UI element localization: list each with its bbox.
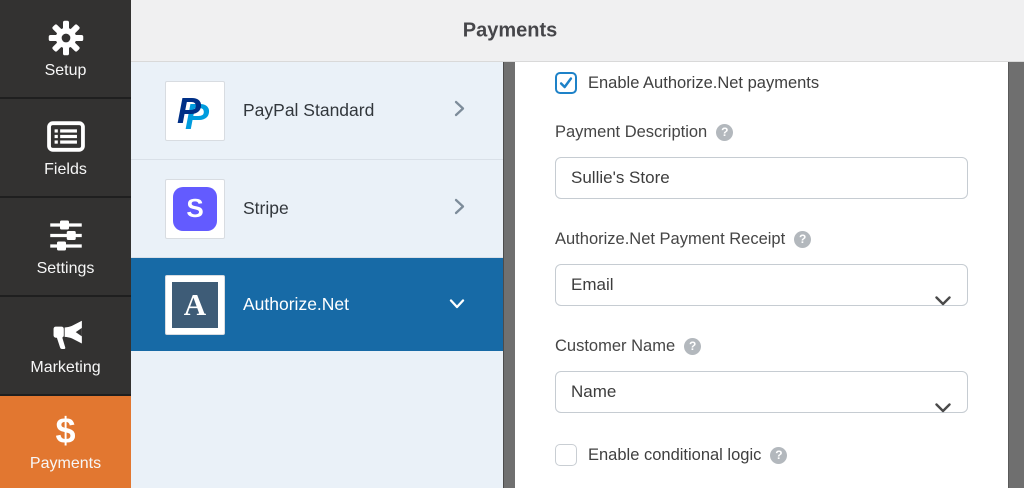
payment-receipt-selected-value: Email bbox=[571, 275, 614, 294]
sidebar-item-label: Fields bbox=[44, 160, 87, 178]
payment-description-label-row: Payment Description ? bbox=[555, 123, 1008, 142]
payment-receipt-label: Authorize.Net Payment Receipt bbox=[555, 230, 786, 248]
enable-payments-label: Enable Authorize.Net payments bbox=[588, 73, 820, 92]
stripe-icon: S bbox=[165, 178, 225, 239]
chevron-down-icon bbox=[449, 296, 465, 314]
authorize-net-settings-panel: Enable Authorize.Net payments Payment De… bbox=[515, 62, 1008, 488]
provider-row-stripe[interactable]: S Stripe bbox=[131, 160, 503, 258]
customer-name-select[interactable]: Name bbox=[555, 371, 968, 413]
sidebar-item-label: Settings bbox=[36, 259, 95, 277]
page-title: Payments bbox=[462, 19, 558, 42]
sliders-icon bbox=[48, 216, 84, 256]
chevron-right-icon bbox=[454, 198, 465, 220]
payment-providers-list: PP PayPal Standard S Stripe A Authorize.… bbox=[131, 62, 503, 488]
sidebar-item-payments[interactable]: $ Payments bbox=[0, 396, 131, 488]
customer-name-label: Customer Name bbox=[555, 337, 676, 355]
provider-label: Authorize.Net bbox=[243, 294, 350, 314]
panel-header: Payments bbox=[131, 0, 1024, 62]
fields-icon bbox=[46, 117, 85, 157]
conditional-logic-row: Enable conditional logic ? bbox=[555, 444, 1008, 466]
gear-icon bbox=[48, 18, 84, 58]
sidebar-item-label: Marketing bbox=[30, 358, 101, 376]
help-icon[interactable]: ? bbox=[716, 124, 734, 141]
sidebar-item-fields[interactable]: Fields bbox=[0, 99, 131, 196]
megaphone-icon bbox=[47, 315, 84, 355]
conditional-logic-checkbox[interactable] bbox=[555, 444, 577, 466]
sidebar-item-label: Payments bbox=[29, 455, 102, 472]
authorize-net-icon: A bbox=[165, 274, 225, 335]
provider-row-paypal[interactable]: PP PayPal Standard bbox=[131, 62, 503, 160]
payment-description-input[interactable] bbox=[555, 157, 968, 199]
customer-name-selected-value: Name bbox=[571, 382, 617, 401]
enable-payments-row: Enable Authorize.Net payments bbox=[555, 72, 1008, 94]
chevron-down-icon bbox=[935, 281, 951, 321]
provider-label: PayPal Standard bbox=[243, 100, 375, 120]
content-scrollbar[interactable] bbox=[1008, 62, 1024, 488]
provider-row-authorize-net[interactable]: A Authorize.Net bbox=[131, 258, 503, 351]
payment-receipt-select[interactable]: Email bbox=[555, 264, 968, 306]
help-icon[interactable]: ? bbox=[794, 231, 812, 248]
conditional-logic-label: Enable conditional logic bbox=[588, 445, 762, 464]
provider-label: Stripe bbox=[243, 198, 289, 218]
payment-description-label: Payment Description bbox=[555, 123, 708, 141]
builder-sidebar: Setup Fields Settings Marketing $ Paymen… bbox=[0, 0, 131, 488]
chevron-down-icon bbox=[935, 388, 951, 428]
providers-scrollbar[interactable] bbox=[503, 62, 515, 488]
sidebar-item-marketing[interactable]: Marketing bbox=[0, 297, 131, 394]
help-icon[interactable]: ? bbox=[684, 338, 702, 355]
enable-payments-checkbox[interactable] bbox=[555, 72, 577, 94]
chevron-right-icon bbox=[454, 100, 465, 122]
help-icon[interactable]: ? bbox=[770, 446, 788, 464]
sidebar-item-setup[interactable]: Setup bbox=[0, 0, 131, 97]
dollar-icon: $ bbox=[55, 410, 76, 451]
payment-receipt-label-row: Authorize.Net Payment Receipt ? bbox=[555, 230, 1008, 249]
customer-name-label-row: Customer Name ? bbox=[555, 337, 1008, 356]
sidebar-item-label: Setup bbox=[44, 61, 87, 79]
paypal-icon: PP bbox=[165, 80, 225, 141]
sidebar-item-settings[interactable]: Settings bbox=[0, 198, 131, 295]
form-builder-payments-screen: Setup Fields Settings Marketing $ Paymen… bbox=[0, 0, 1024, 488]
